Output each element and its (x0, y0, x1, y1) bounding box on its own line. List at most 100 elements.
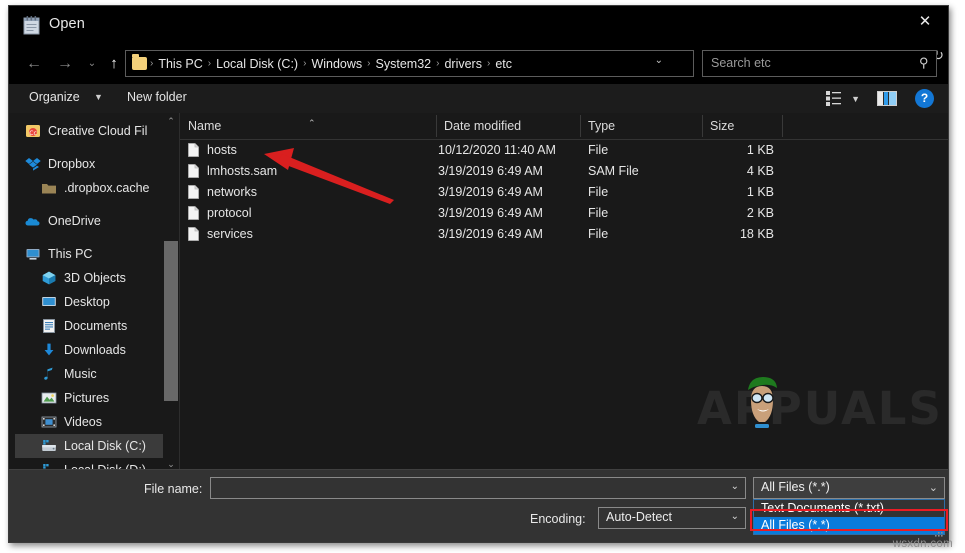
navigation-bar: ← → ⌄ ↑ › This PC › Local Disk (C:) › Wi… (9, 44, 948, 84)
help-button[interactable]: ? (915, 89, 934, 108)
address-chevron-down-icon[interactable]: ⌄ (655, 55, 663, 66)
column-header-name[interactable]: Name ⌃ (188, 118, 316, 133)
sidebar-item-creative-cloud-fil[interactable]: Cc Creative Cloud Fil (9, 119, 179, 143)
sidebar-item-onedrive[interactable]: OneDrive (9, 209, 179, 233)
organize-button[interactable]: Organize (29, 90, 80, 104)
breadcrumb-item-windows[interactable]: Windows (307, 57, 366, 71)
resize-grip-icon[interactable] (934, 528, 944, 538)
date-modified-cell: 3/19/2019 6:49 AM (438, 206, 543, 220)
column-header-type[interactable]: Type (588, 119, 615, 133)
sidebar-item-label: Downloads (64, 343, 126, 357)
sidebar-item-pictures[interactable]: Pictures (9, 386, 179, 410)
dialog-footer: File name: ⌄ Encoding: Auto-Detect ⌄ All… (9, 469, 948, 542)
sidebar-item-downloads[interactable]: Downloads (9, 338, 179, 362)
close-icon[interactable]: ✕ (902, 6, 948, 37)
sidebar-item-dropbox[interactable]: Dropbox (9, 152, 179, 176)
table-row[interactable]: networks 3/19/2019 6:49 AM File 1 KB (180, 182, 948, 203)
scrollbar-thumb[interactable] (164, 241, 178, 401)
table-row[interactable]: protocol 3/19/2019 6:49 AM File 2 KB (180, 203, 948, 224)
breadcrumb-item-etc[interactable]: etc (491, 57, 516, 71)
file-name-text: services (207, 227, 253, 241)
file-icon (188, 143, 199, 157)
sidebar-item-dropbox-cache[interactable]: .dropbox.cache (9, 176, 179, 200)
encoding-dropdown[interactable]: Auto-Detect ⌄ (598, 507, 746, 529)
organize-chevron-down-icon[interactable]: ▼ (94, 92, 103, 102)
file-name-text: lmhosts.sam (207, 164, 278, 178)
breadcrumb-item-this-pc[interactable]: This PC (154, 57, 206, 71)
creative-cloud-icon: Cc (25, 123, 41, 139)
table-row[interactable]: lmhosts.sam 3/19/2019 6:49 AM SAM File 4 KB (180, 161, 948, 182)
notepad-icon (23, 16, 40, 35)
column-header-date-modified[interactable]: Date modified (444, 119, 521, 133)
breadcrumb-item-local-disk-c[interactable]: Local Disk (C:) (212, 57, 302, 71)
sidebar-item-videos[interactable]: Videos (9, 410, 179, 434)
encoding-value: Auto-Detect (606, 510, 673, 524)
navigation-tree: Cc Creative Cloud Fil Dropbox .dropbox.cach… (9, 113, 179, 472)
column-header-row: Name ⌃ Date modified Type Size (180, 113, 948, 140)
sidebar-item-label: Pictures (64, 391, 110, 405)
encoding-label: Encoding: (530, 512, 586, 526)
size-cell: 2 KB (746, 206, 774, 220)
sidebar-item-3d-objects[interactable]: 3D Objects (9, 266, 179, 290)
window-title: Open (49, 16, 85, 32)
size-cell: 18 KB (739, 227, 774, 241)
file-type-chevron-down-icon[interactable]: ⌄ (929, 481, 938, 494)
breadcrumb: › This PC › Local Disk (C:) › Windows › … (132, 51, 516, 76)
preview-pane-icon[interactable] (877, 91, 897, 106)
sidebar-item-local-disk-c[interactable]: Local Disk (C:) (15, 434, 179, 458)
sidebar-item-music[interactable]: Music (9, 362, 179, 386)
sidebar-item-documents[interactable]: Documents (9, 314, 179, 338)
file-name-chevron-down-icon[interactable]: ⌄ (731, 481, 739, 492)
table-row[interactable]: services 3/19/2019 6:49 AM File 18 KB (180, 224, 948, 245)
column-divider[interactable] (702, 115, 703, 137)
this-pc-icon (25, 246, 41, 262)
search-input[interactable]: Search etc ⚲ (702, 50, 937, 77)
back-button[interactable]: ← (21, 51, 47, 77)
file-name-input[interactable]: ⌄ (210, 477, 746, 499)
type-cell: File (588, 227, 609, 241)
up-button[interactable]: ↑ (101, 51, 127, 77)
view-chevron-down-icon[interactable]: ▼ (851, 94, 860, 104)
type-cell: File (588, 185, 609, 199)
sidebar-item-label: Documents (64, 319, 128, 333)
breadcrumb-item-drivers[interactable]: drivers (440, 57, 486, 71)
dropbox-icon (25, 156, 41, 172)
sidebar-item-label: 3D Objects (64, 271, 126, 285)
file-name-text: hosts (207, 143, 237, 157)
sort-ascending-icon: ⌃ (308, 118, 316, 128)
file-type-option[interactable]: Text Documents (*.txt) (754, 500, 944, 517)
column-divider[interactable] (580, 115, 581, 137)
sidebar-item-desktop[interactable]: Desktop (9, 290, 179, 314)
sidebar-item-label: Creative Cloud Fil (48, 124, 148, 138)
date-modified-cell: 3/19/2019 6:49 AM (438, 227, 543, 241)
svg-text:Cc: Cc (29, 130, 37, 137)
column-divider[interactable] (782, 115, 783, 137)
3d-objects-icon (41, 270, 57, 286)
search-icon[interactable]: ⚲ (919, 55, 929, 71)
sidebar-scrollbar[interactable]: ⌃ ⌄ (163, 113, 179, 472)
forward-button[interactable]: → (52, 51, 78, 77)
encoding-chevron-down-icon[interactable]: ⌄ (731, 511, 739, 522)
address-bar[interactable]: › This PC › Local Disk (C:) › Windows › … (125, 50, 694, 77)
scroll-up-icon[interactable]: ⌃ (163, 113, 179, 129)
table-row[interactable]: hosts 10/12/2020 11:40 AM File 1 KB (180, 140, 948, 161)
sidebar-item-label: OneDrive (48, 214, 101, 228)
sidebar-item-label: This PC (48, 247, 93, 261)
file-type-dropdown[interactable]: All Files (*.*) ⌄ (753, 477, 945, 499)
file-icon (188, 227, 199, 241)
new-folder-button[interactable]: New folder (127, 90, 187, 104)
videos-icon (41, 414, 57, 430)
pictures-icon (41, 390, 57, 406)
file-type-option[interactable]: All Files (*.*) (754, 517, 944, 534)
sidebar-item-label: Desktop (64, 295, 110, 309)
sidebar-item-label: Videos (64, 415, 102, 429)
sidebar-item-this-pc[interactable]: This PC (9, 242, 179, 266)
file-type-dropdown-menu: Text Documents (*.txt) All Files (*.*) (753, 499, 945, 535)
view-options-icon[interactable] (826, 91, 842, 106)
column-divider[interactable] (436, 115, 437, 137)
desktop-icon (41, 294, 57, 310)
file-name-cell: networks (188, 185, 257, 199)
breadcrumb-item-system32[interactable]: System32 (372, 57, 436, 71)
column-header-size[interactable]: Size (710, 119, 734, 133)
type-cell: File (588, 143, 609, 157)
